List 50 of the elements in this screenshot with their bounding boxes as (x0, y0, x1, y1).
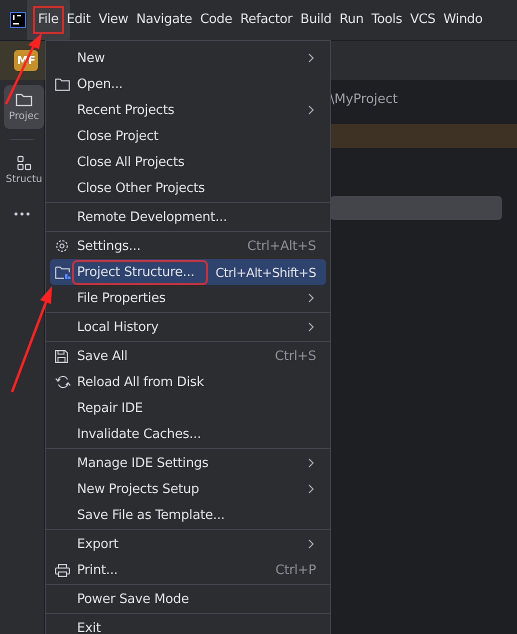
menu-item[interactable]: Save File as Template... (50, 502, 326, 528)
menu-item[interactable]: Close Other Projects (50, 175, 326, 201)
folder-icon (55, 78, 70, 90)
menu-item[interactable]: Reload All from Disk (50, 369, 326, 395)
menu-item[interactable]: Repair IDE (50, 395, 326, 421)
menu-bar-item[interactable]: Windo (440, 0, 486, 40)
menu-bar-item[interactable]: View (96, 0, 132, 40)
structure-icon (16, 155, 32, 171)
menu-item[interactable]: Invalidate Caches... (50, 421, 326, 447)
menu-item[interactable]: New Projects Setup (50, 476, 326, 502)
menu-item[interactable]: Export (50, 531, 326, 557)
keyboard-shortcut: Ctrl+Alt+S (247, 238, 316, 254)
annotation-arrow (4, 33, 42, 105)
menu-item[interactable]: Local History (50, 314, 326, 340)
menu-item[interactable]: Recent Projects (50, 97, 326, 123)
keyboard-shortcut: Ctrl+S (274, 348, 316, 364)
menu-item[interactable]: Settings... Ctrl+Alt+S (50, 233, 326, 259)
project-path: \MyProject (330, 91, 399, 109)
reload-icon (55, 375, 71, 389)
menu-item[interactable]: Project Structure... Ctrl+Alt+Shift+S (50, 259, 326, 285)
more-icon[interactable] (14, 212, 30, 216)
menu-item[interactable]: Close Project (50, 123, 326, 149)
menu-item[interactable]: Remote Development... (50, 204, 326, 230)
menu-item[interactable]: Close All Projects (50, 149, 326, 175)
menu-item[interactable]: File Properties (50, 285, 326, 311)
menu-bar-item[interactable]: Navigate (133, 0, 196, 40)
folder-icon (15, 92, 33, 108)
text-field[interactable] (330, 196, 502, 220)
menu-item[interactable]: Open... (50, 71, 326, 97)
menu-bar-item[interactable]: Refactor (237, 0, 296, 40)
menu-bar-item[interactable]: Run (336, 0, 367, 40)
printer-icon (55, 564, 70, 576)
menu-item[interactable]: Save All Ctrl+S (50, 343, 326, 369)
settings-icon (55, 239, 69, 253)
menu-item[interactable]: Exit (50, 615, 326, 634)
menu-bar-item[interactable]: Build (297, 0, 334, 40)
sidebar-tool-button[interactable]: Structu (4, 148, 44, 192)
menu-item[interactable]: Manage IDE Settings (50, 450, 326, 476)
save-icon (55, 350, 68, 362)
folder-grid-icon (55, 266, 71, 278)
menu-item[interactable]: Print... Ctrl+P (50, 557, 326, 583)
menu-bar-item[interactable]: Tools (368, 0, 406, 40)
menu-bar-item[interactable]: VCS (407, 0, 438, 40)
menu-item[interactable]: New (50, 45, 326, 71)
menu-bar-item[interactable]: Code (197, 0, 236, 40)
sidebar-tool-button[interactable]: Projec (4, 85, 44, 129)
keyboard-shortcut: Ctrl+Alt+Shift+S (215, 264, 316, 280)
app-logo-icon[interactable] (10, 12, 26, 28)
keyboard-shortcut: Ctrl+P (275, 562, 316, 578)
menu-item[interactable]: Power Save Mode (50, 586, 326, 612)
